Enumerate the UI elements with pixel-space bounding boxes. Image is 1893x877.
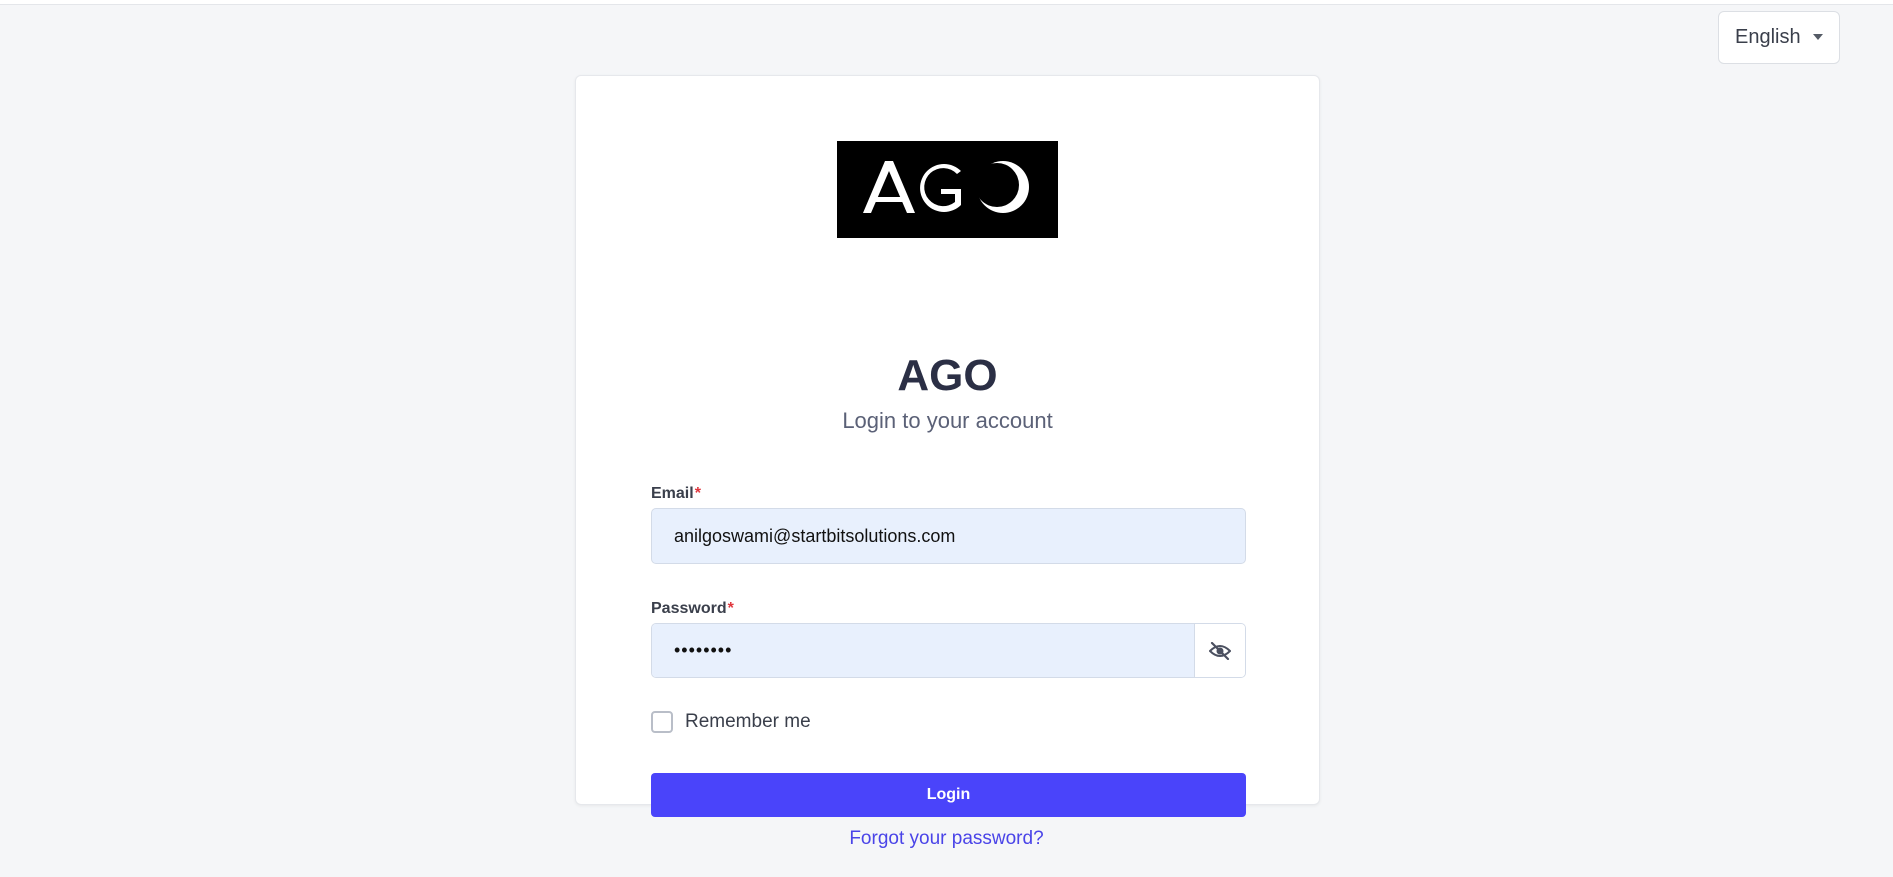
password-label: Password* <box>651 600 734 618</box>
required-mark: * <box>694 485 701 502</box>
top-bar <box>0 0 1893 5</box>
caret-down-icon <box>1813 34 1823 40</box>
eye-off-icon <box>1209 641 1231 660</box>
email-label: Email* <box>651 485 701 503</box>
password-field[interactable]: •••••••• <box>652 624 1194 677</box>
login-subtitle: Login to your account <box>842 408 1053 433</box>
password-field-value: •••••••• <box>674 640 733 660</box>
login-card: AGO Login to your account Email* anilgos… <box>575 75 1320 817</box>
brand-logo <box>837 141 1058 238</box>
password-field-group: •••••••• <box>651 623 1246 678</box>
login-button[interactable]: Login <box>651 773 1246 817</box>
remember-me-label[interactable]: Remember me <box>685 711 811 733</box>
password-label-text: Password <box>651 600 727 617</box>
remember-me-checkbox[interactable] <box>651 711 673 733</box>
required-mark: * <box>727 600 734 617</box>
email-field[interactable]: anilgoswami@startbitsolutions.com <box>651 508 1246 564</box>
email-label-text: Email <box>651 485 694 502</box>
remember-me: Remember me <box>651 711 811 733</box>
app-title: AGO <box>897 351 998 400</box>
toggle-password-visibility-button[interactable] <box>1194 624 1245 677</box>
language-select[interactable]: English <box>1718 11 1840 64</box>
email-field-value: anilgoswami@startbitsolutions.com <box>674 525 956 546</box>
forgot-password-link[interactable]: Forgot your password? <box>0 828 1893 850</box>
language-select-value: English <box>1735 26 1801 48</box>
